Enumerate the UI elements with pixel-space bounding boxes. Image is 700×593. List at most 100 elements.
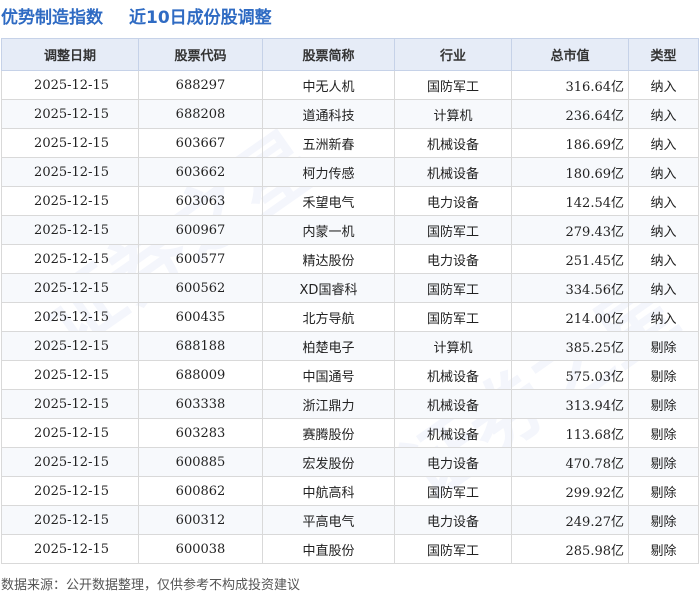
cell-type: 剔除 (628, 534, 699, 564)
cell-industry: 国防军工 (394, 70, 512, 100)
column-header-name: 股票简称 (262, 38, 395, 71)
table-row: 2025-12-15 688188 柏楚电子 计算机 385.25亿 剔除 (1, 331, 699, 361)
cell-stock-code: 603662 (138, 157, 263, 187)
cell-stock-code: 600967 (138, 215, 263, 245)
cell-market-cap: 249.27亿 (511, 505, 629, 535)
cell-industry: 计算机 (394, 331, 512, 361)
index-name-title: 优势制造指数 (1, 8, 103, 28)
table-row: 2025-12-15 600885 宏发股份 电力设备 470.78亿 剔除 (1, 447, 699, 477)
cell-stock-code: 600577 (138, 244, 263, 274)
adjustment-title: 近10日成份股调整 (129, 8, 272, 28)
column-header-type: 类型 (628, 38, 699, 71)
cell-type: 剔除 (628, 447, 699, 477)
cell-market-cap: 334.56亿 (511, 273, 629, 303)
cell-type: 剔除 (628, 418, 699, 448)
cell-industry: 机械设备 (394, 389, 512, 419)
cell-market-cap: 470.78亿 (511, 447, 629, 477)
cell-market-cap: 279.43亿 (511, 215, 629, 245)
cell-industry: 国防军工 (394, 302, 512, 332)
table-body: 2025-12-15 688297 中无人机 国防军工 316.64亿 纳入 2025-12… (1, 70, 699, 564)
cell-stock-name: 禾望电气 (262, 186, 395, 216)
cell-market-cap: 385.25亿 (511, 331, 629, 361)
cell-stock-name: 中直股份 (262, 534, 395, 564)
cell-date: 2025-12-15 (1, 70, 139, 100)
cell-date: 2025-12-15 (1, 389, 139, 419)
cell-date: 2025-12-15 (1, 534, 139, 564)
table-row: 2025-12-15 600577 精达股份 电力设备 251.45亿 纳入 (1, 244, 699, 274)
title-bar: 优势制造指数 近10日成份股调整 (0, 0, 700, 32)
cell-market-cap: 313.94亿 (511, 389, 629, 419)
column-header-market-cap: 总市值 (511, 38, 629, 71)
cell-industry: 国防军工 (394, 273, 512, 303)
cell-date: 2025-12-15 (1, 157, 139, 187)
constituent-table-container: 调整日期 股票代码 股票简称 行业 总市值 类型 2025-12-15 68829… (1, 38, 699, 564)
cell-stock-name: 中无人机 (262, 70, 395, 100)
cell-date: 2025-12-15 (1, 476, 139, 506)
cell-stock-code: 600038 (138, 534, 263, 564)
cell-stock-code: 600862 (138, 476, 263, 506)
cell-date: 2025-12-15 (1, 360, 139, 390)
cell-stock-code: 600885 (138, 447, 263, 477)
column-header-date: 调整日期 (1, 38, 139, 71)
cell-market-cap: 575.03亿 (511, 360, 629, 390)
cell-type: 纳入 (628, 215, 699, 245)
cell-type: 纳入 (628, 70, 699, 100)
cell-type: 纳入 (628, 244, 699, 274)
cell-type: 纳入 (628, 157, 699, 187)
cell-stock-name: 平高电气 (262, 505, 395, 535)
cell-industry: 计算机 (394, 99, 512, 129)
column-header-code: 股票代码 (138, 38, 263, 71)
table-row: 2025-12-15 688009 中国通号 机械设备 575.03亿 剔除 (1, 360, 699, 390)
table-row: 2025-12-15 603063 禾望电气 电力设备 142.54亿 纳入 (1, 186, 699, 216)
table-row: 2025-12-15 688208 道通科技 计算机 236.64亿 纳入 (1, 99, 699, 129)
cell-stock-name: 赛腾股份 (262, 418, 395, 448)
constituent-table: 调整日期 股票代码 股票简称 行业 总市值 类型 2025-12-15 68829… (1, 38, 699, 564)
cell-market-cap: 113.68亿 (511, 418, 629, 448)
cell-market-cap: 299.92亿 (511, 476, 629, 506)
cell-stock-code: 603283 (138, 418, 263, 448)
table-row: 2025-12-15 600862 中航高科 国防军工 299.92亿 剔除 (1, 476, 699, 506)
cell-date: 2025-12-15 (1, 244, 139, 274)
cell-stock-name: 浙江鼎力 (262, 389, 395, 419)
cell-date: 2025-12-15 (1, 186, 139, 216)
cell-stock-name: 中航高科 (262, 476, 395, 506)
cell-market-cap: 251.45亿 (511, 244, 629, 274)
cell-stock-code: 603063 (138, 186, 263, 216)
cell-stock-name: 道通科技 (262, 99, 395, 129)
column-header-industry: 行业 (394, 38, 512, 71)
cell-stock-name: 中国通号 (262, 360, 395, 390)
table-row: 2025-12-15 600562 XD国睿科 国防军工 334.56亿 纳入 (1, 273, 699, 303)
table-row: 2025-12-15 688297 中无人机 国防军工 316.64亿 纳入 (1, 70, 699, 100)
cell-stock-name: XD国睿科 (262, 273, 395, 303)
cell-industry: 机械设备 (394, 360, 512, 390)
cell-date: 2025-12-15 (1, 273, 139, 303)
cell-industry: 国防军工 (394, 215, 512, 245)
cell-industry: 机械设备 (394, 128, 512, 158)
cell-market-cap: 236.64亿 (511, 99, 629, 129)
cell-stock-code: 600562 (138, 273, 263, 303)
cell-industry: 机械设备 (394, 418, 512, 448)
cell-date: 2025-12-15 (1, 215, 139, 245)
cell-date: 2025-12-15 (1, 128, 139, 158)
cell-date: 2025-12-15 (1, 302, 139, 332)
table-row: 2025-12-15 603338 浙江鼎力 机械设备 313.94亿 剔除 (1, 389, 699, 419)
table-row: 2025-12-15 600038 中直股份 国防军工 285.98亿 剔除 (1, 534, 699, 564)
cell-type: 纳入 (628, 302, 699, 332)
cell-stock-name: 内蒙一机 (262, 215, 395, 245)
cell-industry: 电力设备 (394, 244, 512, 274)
cell-market-cap: 180.69亿 (511, 157, 629, 187)
cell-type: 纳入 (628, 128, 699, 158)
cell-industry: 国防军工 (394, 476, 512, 506)
cell-industry: 机械设备 (394, 157, 512, 187)
cell-stock-name: 五洲新春 (262, 128, 395, 158)
cell-date: 2025-12-15 (1, 331, 139, 361)
cell-type: 纳入 (628, 99, 699, 129)
cell-stock-name: 柯力传感 (262, 157, 395, 187)
cell-type: 剔除 (628, 360, 699, 390)
table-row: 2025-12-15 603283 赛腾股份 机械设备 113.68亿 剔除 (1, 418, 699, 448)
table-row: 2025-12-15 600435 北方导航 国防军工 214.00亿 纳入 (1, 302, 699, 332)
table-row: 2025-12-15 600312 平高电气 电力设备 249.27亿 剔除 (1, 505, 699, 535)
cell-stock-code: 603338 (138, 389, 263, 419)
cell-market-cap: 214.00亿 (511, 302, 629, 332)
cell-industry: 电力设备 (394, 186, 512, 216)
